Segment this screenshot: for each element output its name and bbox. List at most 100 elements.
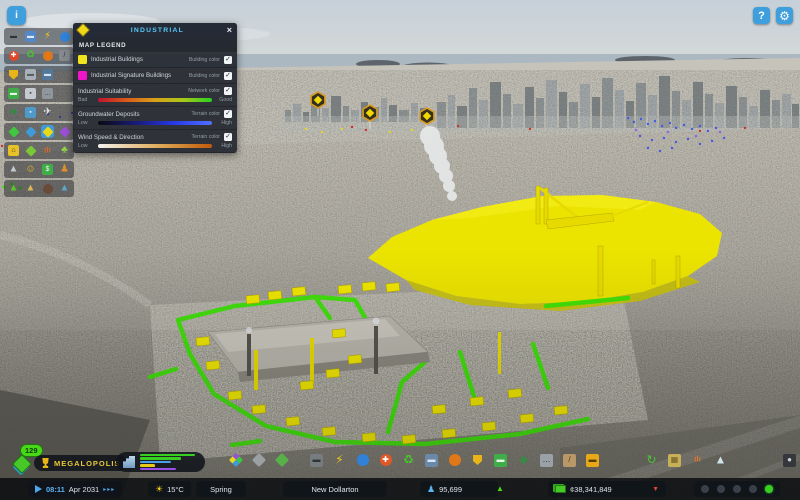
communications-icon[interactable]: …	[539, 453, 554, 468]
clock: 08:11	[46, 485, 65, 494]
info-mode-button[interactable]: i	[7, 6, 26, 25]
season: Spring	[210, 485, 232, 494]
legend-gradient-bar	[98, 121, 212, 125]
education-icon[interactable]: ▬	[424, 453, 439, 468]
legend-item-checkbox[interactable]: ✓	[224, 72, 232, 80]
police-icon[interactable]	[7, 68, 20, 81]
legend-item-tag: Building color	[189, 73, 220, 79]
content-face-icon	[749, 485, 757, 493]
water-icon[interactable]	[58, 30, 71, 43]
administration-icon[interactable]: ▬	[24, 68, 37, 81]
infoview-row: ▬ ▬ ⚡	[4, 28, 74, 45]
goods-icon[interactable]: ▪	[24, 106, 37, 119]
healthcare-icon[interactable]: ✚	[7, 49, 20, 62]
legend-item-label: Industrial Suitability	[78, 88, 184, 95]
statistics-icon[interactable]: ılı	[690, 453, 705, 468]
legend-swatch	[78, 71, 87, 80]
info-views-icon[interactable]: ▦	[667, 453, 682, 468]
maintenance-icon[interactable]: /	[58, 49, 71, 62]
garbage-icon[interactable]: ♻	[401, 453, 416, 468]
police-icon[interactable]	[470, 453, 485, 468]
zones-icon[interactable]	[228, 453, 243, 468]
legend-item-checkbox[interactable]: ✓	[224, 56, 232, 64]
play-button[interactable]	[35, 485, 42, 493]
speed-controls[interactable]: ▸▸▸	[103, 486, 115, 493]
legend-item: Wind Speed & DirectionTerrain color✓LowH…	[73, 130, 237, 152]
progression-icon[interactable]: ↻	[644, 453, 659, 468]
office-zones-icon[interactable]	[58, 125, 71, 138]
close-icon[interactable]: ×	[227, 25, 232, 35]
commercial-zones-icon[interactable]	[24, 125, 37, 138]
legend-title: INDUSTRIAL	[88, 27, 227, 34]
time-controls: 08:11 Apr 2031 ▸▸▸	[28, 481, 122, 497]
photo-mode-icon[interactable]: ●	[782, 453, 797, 468]
settings-gear-icon[interactable]: ⚙	[776, 7, 793, 24]
industrial-zones-icon[interactable]	[41, 125, 54, 138]
city-name-pill[interactable]: New Dollarton	[283, 481, 387, 497]
legend-item-checkbox[interactable]: ✓	[224, 110, 232, 118]
money-pill[interactable]: ¢38,341,849 ▼	[548, 481, 666, 497]
happiness-pill[interactable]	[694, 481, 780, 497]
assets-icon[interactable]	[251, 453, 266, 468]
demand-pill[interactable]	[116, 452, 205, 472]
map-tiles-icon[interactable]: ▲	[713, 453, 728, 468]
water-resources-icon[interactable]: ▲	[58, 182, 71, 195]
economy-chart-icon[interactable]: ılı	[41, 144, 54, 157]
education-icon[interactable]: ▬	[41, 68, 54, 81]
post-service-icon[interactable]: ▪	[24, 87, 37, 100]
ore-resources-icon[interactable]: ▲	[24, 182, 37, 195]
terrain-icon[interactable]: ▲	[7, 163, 20, 176]
city-name: New Dollarton	[311, 485, 358, 494]
help-button[interactable]: ?	[753, 7, 770, 24]
infoview-row: ▬▬	[4, 66, 74, 83]
parks-recreation-icon[interactable]: ♣	[516, 453, 531, 468]
infoview-panel: ▬▬⚡✚♻/▬▬▬▪…♣▪✈⌂ılı♣▲☺$♟▲▲▲	[4, 28, 74, 197]
water-icon[interactable]	[355, 453, 370, 468]
milestone-pill[interactable]: MEGALOPOLIS	[34, 455, 127, 471]
legend-header: INDUSTRIAL ×	[73, 23, 237, 37]
weather-pill[interactable]: ☀ 15°C	[148, 481, 191, 497]
residential-zones-icon[interactable]	[7, 125, 20, 138]
communications-icon[interactable]: …	[41, 87, 54, 100]
milestone-icon[interactable]	[12, 456, 32, 474]
game-screen: i ▬▬⚡✚♻/▬▬▬▪…♣▪✈⌂ılı♣▲☺$♟▲▲▲ INDUSTRIAL …	[0, 0, 800, 500]
legend-item-checkbox[interactable]: ✓	[224, 133, 232, 141]
legend-item: Groundwater DepositsTerrain color✓LowHig…	[73, 107, 237, 129]
healthcare-icon[interactable]: ✚	[378, 453, 393, 468]
transportation-icon[interactable]: ▬	[493, 453, 508, 468]
agriculture-icon[interactable]: ♣	[58, 144, 71, 157]
roads-icon[interactable]: ▬	[309, 453, 324, 468]
money-amount: ¢38,341,849	[570, 485, 612, 494]
signature-buildings-icon[interactable]	[274, 453, 289, 468]
air-transport-icon[interactable]: ✈	[41, 106, 54, 119]
legend-item-label: Groundwater Deposits	[78, 111, 187, 118]
population-count: 95,699	[439, 485, 462, 494]
electricity-icon[interactable]: ⚡	[332, 453, 347, 468]
milestone-name: MEGALOPOLIS	[54, 459, 120, 468]
temperature: 15°C	[167, 485, 184, 494]
roads-icon[interactable]: ▬	[7, 30, 20, 43]
legend-gradient-bar	[98, 98, 212, 102]
population-view-icon[interactable]: ♟	[58, 163, 71, 176]
infoview-row	[4, 123, 74, 140]
fertile-land-icon[interactable]: ▲	[7, 182, 20, 195]
legend-item-checkbox[interactable]: ✓	[224, 87, 232, 95]
homes-icon[interactable]: ⌂	[7, 144, 20, 157]
population-pill[interactable]: ♟ 95,699	[420, 481, 498, 497]
transportation-icon[interactable]: ▬	[7, 87, 20, 100]
fire-rescue-icon[interactable]	[447, 453, 462, 468]
environment-icon[interactable]	[24, 144, 37, 157]
infoview-row: ▬ ▪ …	[4, 85, 74, 102]
landscaping-icon[interactable]: /	[562, 453, 577, 468]
happiness-icon[interactable]: ☺	[24, 163, 37, 176]
water-pipes-icon[interactable]: ▬	[24, 30, 37, 43]
game-date: Apr 2031	[69, 485, 99, 494]
infoview-row: ✚ ♻ /	[4, 47, 74, 64]
oil-resources-icon[interactable]	[41, 182, 54, 195]
electricity-icon[interactable]: ⚡	[41, 30, 54, 43]
fire-rescue-icon[interactable]	[41, 49, 54, 62]
bulldozer-icon[interactable]: ▬	[585, 453, 600, 468]
parks-recreation-icon[interactable]: ♣	[7, 106, 20, 119]
money-view-icon[interactable]: $	[41, 163, 54, 176]
garbage-icon[interactable]: ♻	[24, 49, 37, 62]
